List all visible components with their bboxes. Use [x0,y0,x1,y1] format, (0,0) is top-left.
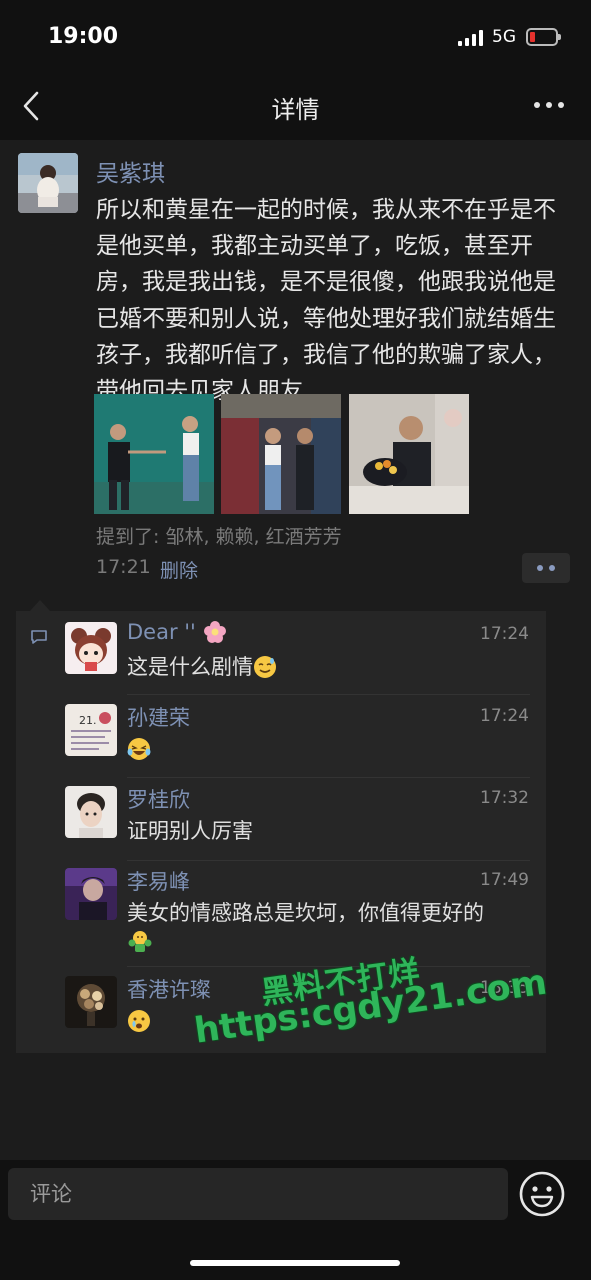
panel-pointer [30,600,50,611]
comment-divider [127,777,530,778]
commenter-avatar[interactable] [65,786,117,838]
signal-icon [458,30,484,46]
post-time: 17:21 [96,556,151,578]
comment-time: 17:24 [480,624,529,644]
commenter-name[interactable]: 孙建荣 [127,702,190,732]
flower-emoji-icon [203,621,226,643]
comment-text [127,734,527,764]
post-photo-2[interactable] [221,394,341,514]
commenter-name[interactable]: 李易峰 [127,866,190,896]
comment-text: 这是什么剧情 [127,652,527,682]
commenter-name[interactable]: Dear '' [127,620,227,644]
comment-text-content: 这是什么剧情 [127,655,253,679]
page-title: 详情 [271,96,320,124]
commenter-name[interactable]: 罗桂欣 [127,784,190,814]
comment-text: 美女的情感路总是坎坷，你值得更好的 [127,901,484,925]
like-comment-button[interactable] [522,553,570,583]
comment-input[interactable] [8,1168,508,1220]
comment-text: 证明别人厉害 [127,819,253,843]
svg-text:21.: 21. [79,714,97,727]
network-label: 5G [492,27,516,47]
comment-time: 17:49 [480,870,529,890]
more-options-icon[interactable] [534,102,564,110]
mentions-text[interactable]: 提到了: 邹林, 赖赖, 红酒芳芳 [96,522,342,549]
author-name[interactable]: 吴紫琪 [96,154,165,188]
commenter-avatar[interactable] [65,868,117,920]
author-avatar[interactable] [18,153,78,213]
status-time: 19:00 [48,24,119,49]
commenter-avatar[interactable] [65,622,117,674]
post-text: 所以和黄星在一起的时候，我从来不在乎是不是他买单，我都主动买单了，吃饭，甚至开房… [96,197,556,405]
comment-time: 17:32 [480,788,529,808]
post-photo-1[interactable] [94,394,214,514]
commenter-avatar[interactable] [65,976,117,1028]
delete-button[interactable]: 删除 [160,556,198,583]
emoji-button-icon[interactable] [518,1170,566,1218]
crying-emoji-icon [128,1010,150,1032]
post-photo-3[interactable] [349,394,469,514]
sweat-smile-emoji-icon [254,656,276,678]
commenter-avatar[interactable]: 21. [65,704,117,756]
battery-icon [526,28,561,46]
comment-divider [127,694,530,695]
home-indicator [190,1260,400,1266]
comment-bubble-icon [31,630,47,644]
comment-time: 17:24 [480,706,529,726]
commenter-name[interactable]: 香港许璨 [127,974,211,1004]
boxer-emoji-icon [128,931,152,952]
laugh-cry-emoji-icon [127,738,151,760]
commenter-name-text: Dear '' [127,620,196,644]
comment-divider [127,860,530,861]
